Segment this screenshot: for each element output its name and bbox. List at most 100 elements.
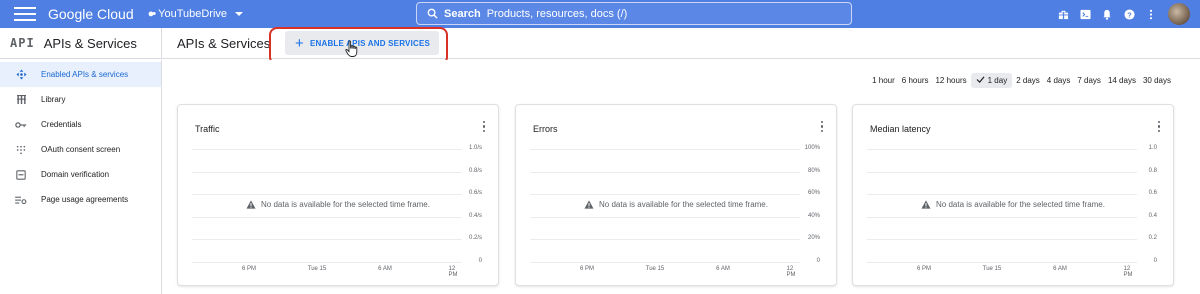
sidebar-item-label: Enabled APIs & services xyxy=(41,70,129,79)
sidebar-item-page-usage[interactable]: Page usage agreements xyxy=(0,187,161,212)
product-name: APIs & Services xyxy=(43,35,137,51)
no-data-message: No data is available for the selected ti… xyxy=(516,200,836,209)
project-icon: ●• xyxy=(147,8,156,20)
gift-icon[interactable] xyxy=(1052,0,1074,28)
grid-line xyxy=(530,194,800,196)
card-title: Traffic xyxy=(195,124,220,134)
check-icon xyxy=(976,76,985,84)
grid-line xyxy=(867,171,1137,173)
y-tick-label: 1.0 xyxy=(1148,145,1157,151)
time-range-2-days[interactable]: 2 days xyxy=(1013,73,1043,88)
help-icon[interactable]: ? xyxy=(1118,0,1140,28)
time-range-label: 1 day xyxy=(987,76,1008,85)
y-tick-label: 100% xyxy=(804,145,820,151)
y-tick-label: 0.2 xyxy=(1148,235,1157,242)
grid-line xyxy=(867,239,1137,241)
grid-line xyxy=(192,216,462,218)
more-vert-icon[interactable] xyxy=(1157,121,1161,133)
y-tick-label: 0 xyxy=(1153,258,1157,264)
time-range-selector: 1 hour 6 hours 12 hours 1 day 2 days 4 d… xyxy=(868,73,1174,88)
cloud-shell-icon[interactable] xyxy=(1074,0,1096,28)
search-icon xyxy=(427,8,438,19)
sidebar-item-label: Credentials xyxy=(41,120,82,129)
x-tick-label: Tue 15 xyxy=(982,266,1002,272)
google-cloud-logo[interactable]: Google Cloud xyxy=(48,6,134,22)
y-tick-label: 0 xyxy=(478,258,482,264)
diamond-arrows-icon xyxy=(14,69,28,80)
project-name: YouTubeDrive xyxy=(158,8,228,20)
grid-line xyxy=(192,262,462,263)
y-tick-label: 20% xyxy=(807,235,820,242)
time-range-1-hour[interactable]: 1 hour xyxy=(869,73,898,88)
x-axis: 6 PM Tue 15 6 AM 12 PM xyxy=(530,265,800,278)
search-hint: Products, resources, docs (/) xyxy=(486,7,628,20)
grid-line xyxy=(192,149,462,150)
page-title: APIs & Services xyxy=(177,35,271,51)
grid-line xyxy=(867,149,1137,150)
library-icon xyxy=(14,94,28,105)
warning-icon xyxy=(246,200,256,209)
card-title: Median latency xyxy=(870,124,931,134)
y-tick-label: 0.4/s xyxy=(468,212,482,219)
time-range-14-days[interactable]: 14 days xyxy=(1105,73,1139,88)
more-vert-icon[interactable] xyxy=(482,121,486,133)
sidebar-item-domain-verification[interactable]: Domain verification xyxy=(0,162,161,187)
y-tick-label: 0.8/s xyxy=(468,167,482,174)
grid-line xyxy=(192,194,462,196)
errors-card: Errors 100% 80% 60% 40% 20% 0 6 PM Tue 15 6 AM 1… xyxy=(515,104,837,286)
x-tick-label: Tue 15 xyxy=(645,266,665,272)
main-content: 1 hour 6 hours 12 hours 1 day 2 days 4 d… xyxy=(163,60,1200,294)
account-avatar[interactable] xyxy=(1168,3,1190,25)
y-tick-label: 0.2/s xyxy=(468,235,482,242)
time-range-4-days[interactable]: 4 days xyxy=(1044,73,1074,88)
settings-list-icon xyxy=(14,195,28,205)
warning-icon xyxy=(921,200,931,209)
y-tick-label: 1.0/s xyxy=(468,145,482,151)
grid-line xyxy=(530,216,800,218)
x-tick-label: Tue 15 xyxy=(307,266,327,272)
api-logo-icon: API xyxy=(10,36,35,50)
search-bar[interactable]: Search Products, resources, docs (/) xyxy=(416,2,852,25)
x-tick-label: 6 PM xyxy=(241,266,257,272)
card-title: Errors xyxy=(533,124,558,134)
grid-line xyxy=(192,239,462,241)
x-axis: 6 PM Tue 15 6 AM 12 PM xyxy=(867,265,1137,278)
hand-cursor-icon xyxy=(345,40,358,57)
more-vert-icon[interactable] xyxy=(1140,0,1162,28)
key-icon xyxy=(14,121,28,129)
no-data-text: No data is available for the selected ti… xyxy=(261,200,430,209)
y-tick-label: 0.6/s xyxy=(468,190,482,197)
no-data-message: No data is available for the selected ti… xyxy=(178,200,498,209)
project-selector[interactable]: ●• YouTubeDrive xyxy=(147,8,244,20)
time-range-7-days[interactable]: 7 days xyxy=(1074,73,1104,88)
search-label: Search xyxy=(444,7,481,20)
median-latency-card: Median latency 1.0 0.8 0.6 0.4 0.2 0 6 PM Tue … xyxy=(852,104,1174,286)
traffic-card: Traffic 1.0/s 0.8/s 0.6/s 0.4/s 0.2/s 0 6 PM T… xyxy=(177,104,499,286)
y-tick-label: 0.4 xyxy=(1148,212,1157,219)
no-data-text: No data is available for the selected ti… xyxy=(936,200,1105,209)
time-range-1-day[interactable]: 1 day xyxy=(970,73,1013,88)
no-data-text: No data is available for the selected ti… xyxy=(599,200,768,209)
x-tick-label: 6 AM xyxy=(378,266,392,272)
x-tick-label: 12 PM xyxy=(786,266,796,278)
sidebar-item-label: OAuth consent screen xyxy=(41,145,121,154)
y-tick-label: 0 xyxy=(816,258,820,264)
x-tick-label: 12 PM xyxy=(1123,266,1133,278)
hamburger-menu-icon[interactable] xyxy=(14,7,36,21)
time-range-30-days[interactable]: 30 days xyxy=(1140,73,1174,88)
notifications-bell-icon[interactable] xyxy=(1096,0,1118,28)
sidebar-item-enabled-apis[interactable]: Enabled APIs & services xyxy=(0,62,161,87)
more-vert-icon[interactable] xyxy=(820,121,824,133)
sidebar-item-label: Page usage agreements xyxy=(41,195,129,204)
y-tick-label: 0.6 xyxy=(1148,190,1157,197)
top-app-bar: Google Cloud ●• YouTubeDrive Search Prod… xyxy=(0,0,1200,28)
svg-text:?: ? xyxy=(1127,10,1132,19)
grid-line xyxy=(530,262,800,263)
time-range-6-hours[interactable]: 6 hours xyxy=(899,73,932,88)
sidebar-item-library[interactable]: Library xyxy=(0,87,161,112)
grid-line xyxy=(867,262,1137,263)
sidebar-item-credentials[interactable]: Credentials xyxy=(0,112,161,137)
product-header: API APIs & Services APIs & Services + EN… xyxy=(0,27,1200,59)
time-range-12-hours[interactable]: 12 hours xyxy=(932,73,969,88)
sidebar-item-oauth[interactable]: OAuth consent screen xyxy=(0,137,161,162)
